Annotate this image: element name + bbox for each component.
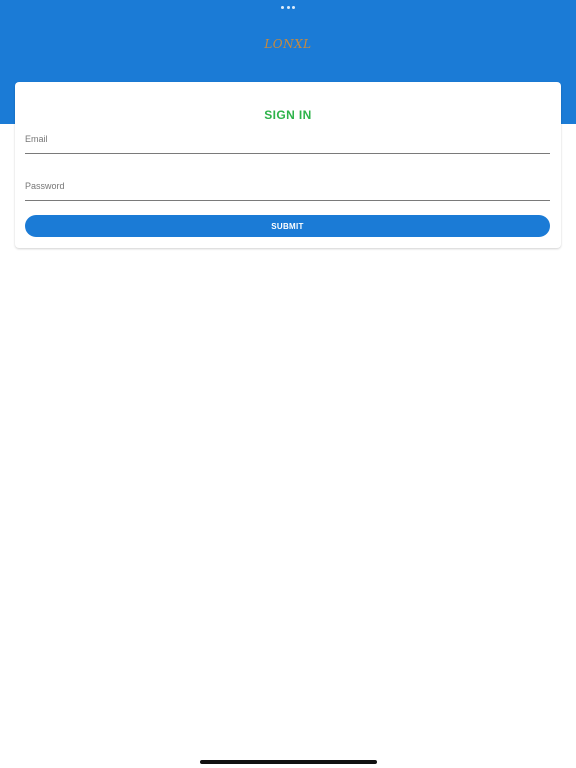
multitask-dots-icon[interactable]	[281, 6, 295, 10]
sign-in-title: SIGN IN	[264, 108, 312, 122]
brand-logo: LONXL	[264, 37, 312, 51]
email-field-container	[25, 128, 550, 154]
sign-in-card: SIGN IN SUBMIT	[15, 82, 561, 248]
email-field[interactable]	[25, 128, 550, 150]
submit-button[interactable]: SUBMIT	[25, 215, 550, 237]
password-field[interactable]	[25, 175, 550, 197]
password-field-container	[25, 175, 550, 201]
home-indicator[interactable]	[200, 760, 377, 764]
